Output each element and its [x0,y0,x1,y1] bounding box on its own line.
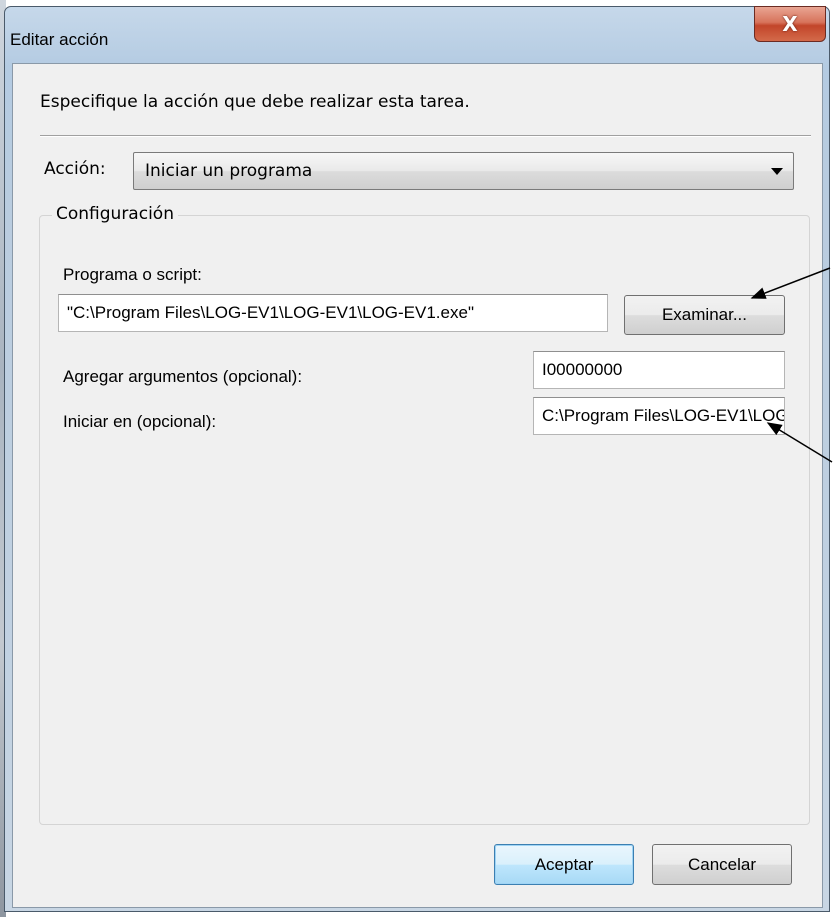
start-in-label: Iniciar en (opcional): [63,412,217,431]
title-bar[interactable]: Editar acción X [5,6,829,63]
program-label: Programa o script: [63,265,202,284]
chevron-down-icon[interactable] [771,168,783,175]
start-in-input[interactable]: C:\Program Files\LOG-EV1\LOG-EV1 [533,397,785,435]
close-icon: X [782,12,798,36]
start-in-input-value: C:\Program Files\LOG-EV1\LOG-EV1 [542,406,784,425]
window-title: Editar acción [10,30,109,49]
configuration-legend: Configuración [52,204,178,224]
edit-action-dialog: Editar acción X Especifique la acción qu… [4,6,830,912]
dialog-body: Especifique la acción que debe realizar … [12,63,823,908]
instruction-text: Especifique la acción que debe realizar … [40,92,470,112]
action-dropdown[interactable]: Iniciar un programa [133,152,794,190]
ok-button[interactable]: Aceptar [494,844,634,885]
separator [40,135,811,137]
cancel-button[interactable]: Cancelar [652,844,792,885]
action-label: Acción: [44,159,106,179]
browse-button[interactable]: Examinar... [624,295,785,335]
arguments-input-value: I00000000 [542,360,623,379]
arguments-label: Agregar argumentos (opcional): [63,367,303,386]
arguments-input[interactable]: I00000000 [533,351,785,389]
program-input[interactable]: "C:\Program Files\LOG-EV1\LOG-EV1\LOG-EV… [58,294,608,332]
program-input-value: "C:\Program Files\LOG-EV1\LOG-EV1\LOG-EV… [67,303,474,322]
close-button[interactable]: X [754,6,826,42]
action-selected-value: Iniciar un programa [145,161,313,181]
